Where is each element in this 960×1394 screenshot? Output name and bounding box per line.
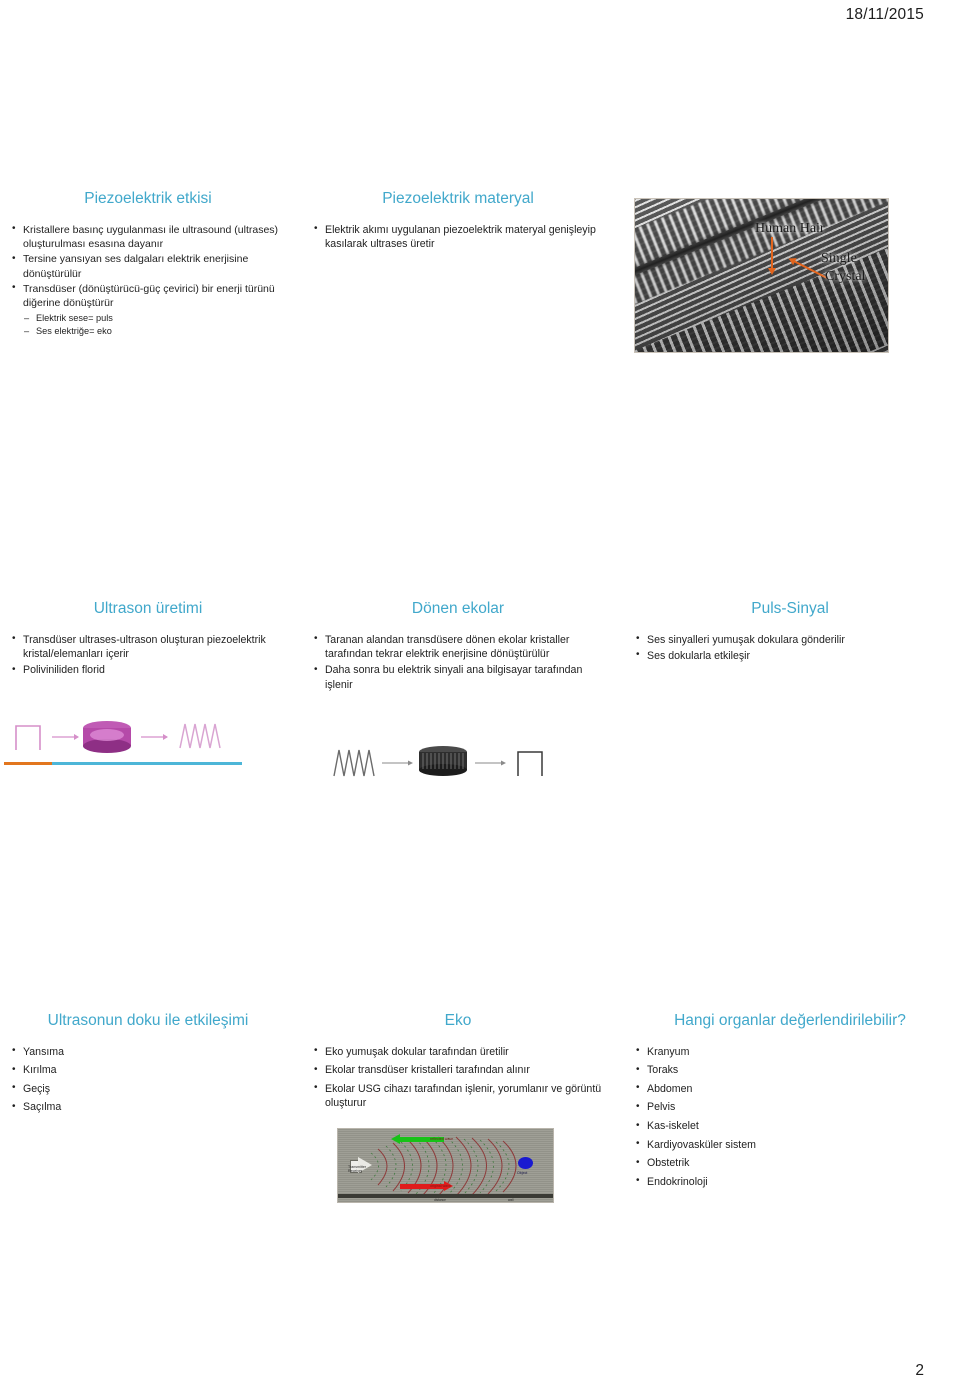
label-human-hair: Human Hair	[755, 221, 825, 236]
slide-row-2: Ultrason üretimi Transdüser ultrases-ult…	[0, 600, 960, 694]
list-item: Toraks	[634, 1063, 946, 1078]
list-item: Kranyum	[634, 1044, 946, 1060]
list-item: Yansıma	[10, 1044, 286, 1060]
slide-title: Dönen ekolar	[411, 600, 505, 617]
slide-ultrason-uretimi: Ultrason üretimi Transdüser ultrases-ult…	[0, 600, 300, 694]
slide-title: Puls-Sinyal	[751, 600, 829, 617]
slide-puls-sinyal: Puls-Sinyal Ses sinyalleri yumuşak dokul…	[620, 600, 960, 694]
bullet-list: Transdüser ultrases-ultrason oluşturan p…	[10, 632, 286, 678]
slide-title: Hangi organlar değerlendirilebilir?	[674, 1012, 906, 1029]
sub-bullet-list: Elektrik sese= puls Ses elektriğe= eko	[10, 312, 286, 339]
bullet-list: Kristallere basınç uygulanması ile ultra…	[10, 222, 286, 311]
ultrasound-wave-icon	[333, 749, 375, 777]
list-item: Taranan alandan transdüsere dönen ekolar…	[312, 632, 604, 662]
arrow-right-icon-2	[475, 760, 506, 766]
arrow-right-icon-1	[52, 734, 79, 740]
slide-donen-ekolar: Dönen ekolar Taranan alandan transdüsere…	[300, 600, 620, 694]
echo-diagram-figure: Transmitter Receiver Object reflected wa…	[337, 1128, 554, 1203]
list-item: Ses sinyalleri yumuşak dokulara gönderil…	[634, 632, 946, 648]
list-item: Ekolar USG cihazı tarafından işlenir, yo…	[312, 1081, 604, 1111]
document-page: 18/11/2015 Piezoelektrik etkisi Kristall…	[0, 0, 960, 1394]
list-item: Pelvis	[634, 1100, 946, 1115]
piezo-crystal-icon	[419, 746, 467, 776]
list-item: Tersine yansıyan ses dalgaları elektrik …	[10, 252, 286, 281]
transducer-forward-diagram	[8, 706, 248, 768]
bullet-list: Ses sinyalleri yumuşak dokulara gönderil…	[634, 632, 946, 664]
bullet-list: Taranan alandan transdüsere dönen ekolar…	[312, 632, 604, 693]
piezo-crystal-icon	[83, 721, 131, 753]
slide-title: Piezoelektrik etkisi	[84, 190, 212, 207]
list-item: Geçiş	[10, 1081, 286, 1097]
bullet-list: Yansıma Kırılma Geçiş Saçılma	[10, 1044, 286, 1115]
bullet-list: Eko yumuşak dokular tarafından üretilir …	[312, 1044, 604, 1111]
slide-ultrasonun-doku-etkilesimi: Ultrasonun doku ile etkileşimi Yansıma K…	[0, 1012, 300, 1193]
list-item: Kas-iskelet	[634, 1119, 946, 1134]
underline-orange-segment	[4, 762, 52, 765]
list-item: Abdomen	[634, 1081, 946, 1097]
list-item: Kardiyovasküler sistem	[634, 1137, 946, 1153]
label-crystal: Crystal	[825, 269, 866, 284]
slide-title: Ultrason üretimi	[93, 600, 203, 617]
list-item: Poliviniliden florid	[10, 663, 286, 678]
list-item: Ekolar transdüser kristalleri tarafından…	[312, 1063, 604, 1078]
page-number: 2	[915, 1362, 924, 1379]
label-original-wave: original wave	[430, 1184, 451, 1188]
slide-title: Ultrasonun doku ile etkileşimi	[47, 1012, 249, 1029]
label-wall: wall	[508, 1198, 514, 1202]
slide-title: Eko	[444, 1012, 472, 1029]
slide-piezoelektrik-etkisi: Piezoelektrik etkisi Kristallere basınç …	[0, 190, 300, 339]
accent-underline-bar	[4, 762, 242, 765]
list-item: Ses elektriğe= eko	[10, 325, 286, 339]
slide-piezoelektrik-materyal: Piezoelektrik materyal Elektrik akımı uy…	[300, 190, 620, 338]
underline-teal-segment	[51, 762, 242, 765]
transducer-reverse-diagram	[330, 740, 552, 784]
label-transmitter-receiver: Transmitter Receiver	[348, 1165, 367, 1174]
label-distance: distance	[434, 1198, 446, 1202]
ultrasound-wave-icon	[179, 723, 221, 749]
list-item: Transdüser (dönüştürücü-güç çevirici) bi…	[10, 281, 286, 311]
arrow-right-icon-1	[382, 760, 413, 766]
label-reflected-wave: reflected wave	[430, 1137, 454, 1141]
document-date: 18/11/2015	[845, 6, 924, 23]
list-item: Saçılma	[10, 1100, 286, 1115]
slide-hangi-organlar: Hangi organlar değerlendirilebilir? Kran…	[620, 1012, 960, 1193]
list-item: Elektrik akımı uygulanan piezoelektrik m…	[312, 222, 604, 252]
bullet-list: Kranyum Toraks Abdomen Pelvis Kas-iskele…	[634, 1044, 946, 1190]
square-pulse-icon	[517, 751, 543, 776]
list-item: Endokrinoloji	[634, 1174, 946, 1190]
bullet-list: Elektrik akımı uygulanan piezoelektrik m…	[312, 222, 604, 252]
list-item: Transdüser ultrases-ultrason oluşturan p…	[10, 632, 286, 662]
list-item: Ses dokularla etkileşir	[634, 648, 946, 664]
square-pulse-icon	[15, 725, 41, 750]
list-item: Eko yumuşak dokular tarafından üretilir	[312, 1044, 604, 1060]
label-single: Single	[821, 251, 857, 266]
list-item: Kırılma	[10, 1063, 286, 1078]
hair-arrow-icon	[768, 237, 776, 275]
list-item: Daha sonra bu elektrik sinyali ana bilgi…	[312, 663, 604, 692]
list-item: Obstetrik	[634, 1156, 946, 1171]
label-object: Object	[517, 1171, 528, 1175]
list-item: Kristallere basınç uygulanması ile ultra…	[10, 222, 286, 252]
hair-micrograph-figure: Human Hair Single Crystal	[634, 198, 889, 353]
slide-body: Kristallere basınç uygulanması ile ultra…	[10, 222, 286, 339]
slide-title: Piezoelektrik materyal	[382, 190, 534, 207]
arrow-right-icon-2	[141, 734, 168, 740]
list-item: Elektrik sese= puls	[10, 312, 286, 326]
object-marker-icon	[518, 1157, 533, 1169]
